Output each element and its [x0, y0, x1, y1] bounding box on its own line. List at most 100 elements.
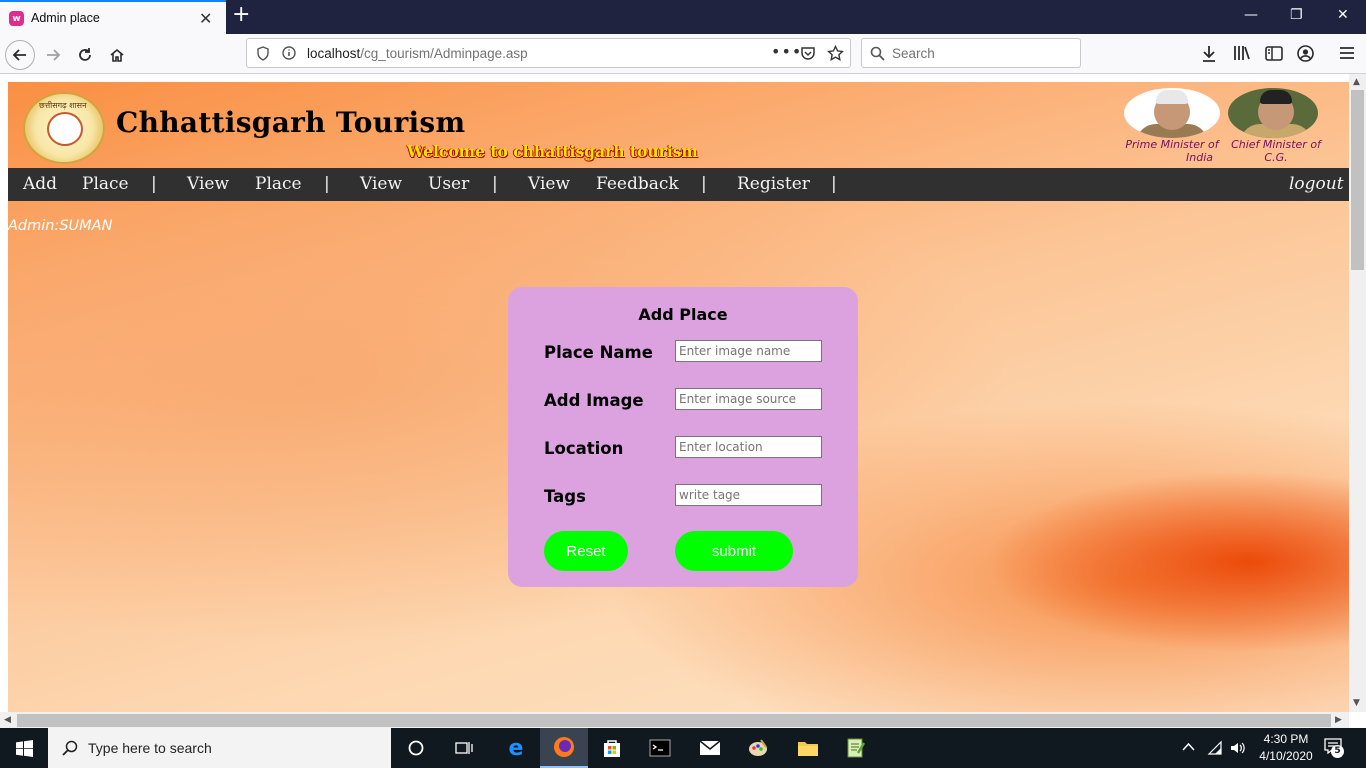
- reload-button[interactable]: [70, 40, 100, 70]
- menu-view-feedback-link[interactable]: View: [528, 174, 570, 194]
- forward-button[interactable]: [38, 40, 68, 70]
- menu-add-place-link[interactable]: Add: [23, 174, 57, 194]
- chief-minister-caption: Chief Minister of C.G.: [1231, 138, 1321, 164]
- url-text[interactable]: localhost/cg_tourism/Adminpage.asp: [307, 46, 528, 61]
- menu-view-place-link[interactable]: Place: [255, 174, 302, 194]
- account-icon[interactable]: [1297, 45, 1314, 62]
- reload-icon: [79, 48, 91, 61]
- form-title: Add Place: [638, 305, 728, 324]
- add-image-label: Add Image: [544, 391, 644, 410]
- restore-window-icon[interactable]: ❐: [1290, 7, 1303, 23]
- paint-icon[interactable]: [734, 728, 782, 768]
- task-view-icon[interactable]: [440, 728, 488, 768]
- clock-time: 4:30 PM: [1263, 732, 1309, 746]
- chief-minister-photo: [1228, 88, 1318, 138]
- info-icon[interactable]: [282, 46, 296, 60]
- site-header: छत्तीसगढ़ शासन Chhattisgarh Tourism Welc…: [8, 82, 1349, 168]
- scroll-left-arrow-icon[interactable]: ◀: [4, 715, 11, 725]
- system-clock[interactable]: 4:30 PM 4/10/2020: [1256, 731, 1316, 765]
- scroll-down-arrow-icon[interactable]: ▼: [1353, 698, 1360, 708]
- sidebar-icon[interactable]: [1265, 46, 1283, 61]
- bookmark-star-icon[interactable]: [827, 45, 844, 62]
- search-placeholder: Search: [892, 46, 935, 61]
- action-center-button[interactable]: 5: [1324, 738, 1344, 758]
- tags-label: Tags: [544, 487, 586, 506]
- menu-separator: |: [492, 174, 498, 194]
- search-bar[interactable]: Search: [861, 38, 1081, 68]
- logout-link[interactable]: logout: [1289, 174, 1344, 194]
- prime-minister-photo: [1124, 88, 1220, 138]
- location-input[interactable]: [675, 436, 822, 458]
- page-content: छत्तीसगढ़ शासन Chhattisgarh Tourism Welc…: [8, 82, 1349, 712]
- wifi-icon[interactable]: [1207, 740, 1223, 756]
- minimize-window-icon[interactable]: —: [1244, 7, 1258, 23]
- menu-view-user-link[interactable]: User: [428, 174, 469, 194]
- menu-view-user-link[interactable]: View: [360, 174, 402, 194]
- welcome-banner: Welcome to chhattisgarh tourism: [407, 142, 698, 161]
- submit-button[interactable]: submit: [675, 531, 793, 571]
- menu-separator: |: [324, 174, 330, 194]
- menu-add-place-link[interactable]: Place: [82, 174, 129, 194]
- menu-view-place-link[interactable]: View: [187, 174, 229, 194]
- library-icon[interactable]: [1233, 45, 1251, 61]
- pocket-icon[interactable]: [800, 46, 816, 61]
- home-icon: [110, 48, 124, 62]
- hamburger-menu-icon[interactable]: [1339, 46, 1355, 60]
- mail-icon[interactable]: [686, 728, 734, 768]
- menu-view-feedback-link[interactable]: Feedback: [596, 174, 679, 194]
- taskbar-search-box[interactable]: Type here to search: [48, 728, 391, 768]
- new-tab-button[interactable]: +: [232, 4, 250, 26]
- horizontal-scrollbar[interactable]: ◀ ▶: [0, 712, 1349, 729]
- menu-separator: |: [831, 174, 837, 194]
- menu-register-link[interactable]: Register: [737, 174, 810, 194]
- cortana-icon[interactable]: [392, 728, 440, 768]
- firefox-icon[interactable]: [540, 728, 588, 768]
- forward-arrow-icon: [47, 49, 61, 61]
- horizontal-scroll-thumb[interactable]: [17, 714, 1331, 727]
- back-button[interactable]: [5, 40, 35, 70]
- location-label: Location: [544, 439, 624, 458]
- windows-taskbar: Type here to search e 4:30 PM 4/10/2020 …: [0, 728, 1366, 768]
- show-hidden-icons-chevron-icon[interactable]: [1182, 742, 1195, 752]
- scroll-up-arrow-icon[interactable]: ▲: [1353, 77, 1360, 87]
- shield-icon[interactable]: [256, 46, 270, 61]
- tags-input[interactable]: [675, 484, 822, 506]
- clock-date: 4/10/2020: [1259, 749, 1313, 763]
- url-bar[interactable]: localhost/cg_tourism/Adminpage.asp •••: [246, 38, 851, 68]
- back-arrow-icon: [12, 49, 26, 61]
- page-actions-menu-icon[interactable]: •••: [771, 42, 802, 61]
- close-window-icon[interactable]: ✕: [1337, 7, 1349, 23]
- file-explorer-icon[interactable]: [784, 728, 832, 768]
- tab-title: Admin place: [31, 11, 100, 25]
- prime-minister-caption: Prime Minister of India: [1125, 138, 1219, 164]
- vertical-scrollbar[interactable]: ▲ ▼: [1349, 74, 1366, 712]
- taskbar-search-text: Type here to search: [88, 740, 212, 756]
- start-button[interactable]: [0, 728, 48, 768]
- site-favicon-icon: w: [9, 11, 24, 26]
- search-icon: [870, 46, 885, 61]
- reset-button[interactable]: Reset: [544, 531, 628, 571]
- admin-user-label: Admin:SUMAN: [8, 218, 113, 234]
- browser-tab[interactable]: w Admin place ✕: [0, 0, 226, 34]
- command-prompt-icon[interactable]: [636, 728, 684, 768]
- main-menu: Add Place | View Place | View User | Vie…: [8, 168, 1349, 201]
- close-tab-icon[interactable]: ✕: [199, 9, 212, 28]
- browser-tab-bar: w Admin place ✕ + — ❐ ✕: [0, 0, 1366, 34]
- place-name-input[interactable]: [675, 340, 822, 362]
- url-path: /cg_tourism/Adminpage.asp: [360, 46, 528, 61]
- place-name-label: Place Name: [544, 343, 653, 362]
- volume-icon[interactable]: [1229, 740, 1245, 756]
- home-button[interactable]: [102, 40, 132, 70]
- downloads-icon[interactable]: [1201, 45, 1217, 63]
- edge-browser-icon[interactable]: e: [492, 728, 540, 768]
- emblem-text: छत्तीसगढ़ शासन: [39, 101, 87, 110]
- vertical-scroll-thumb[interactable]: [1351, 90, 1364, 270]
- search-icon: [62, 740, 78, 756]
- notepad-plus-icon[interactable]: [832, 728, 880, 768]
- notification-count-badge: 5: [1331, 745, 1344, 758]
- scroll-right-arrow-icon[interactable]: ▶: [1335, 715, 1342, 725]
- store-icon[interactable]: [588, 728, 636, 768]
- cg-state-emblem-logo: छत्तीसगढ़ शासन: [23, 92, 105, 164]
- menu-separator: |: [151, 174, 157, 194]
- image-source-input[interactable]: [675, 388, 822, 410]
